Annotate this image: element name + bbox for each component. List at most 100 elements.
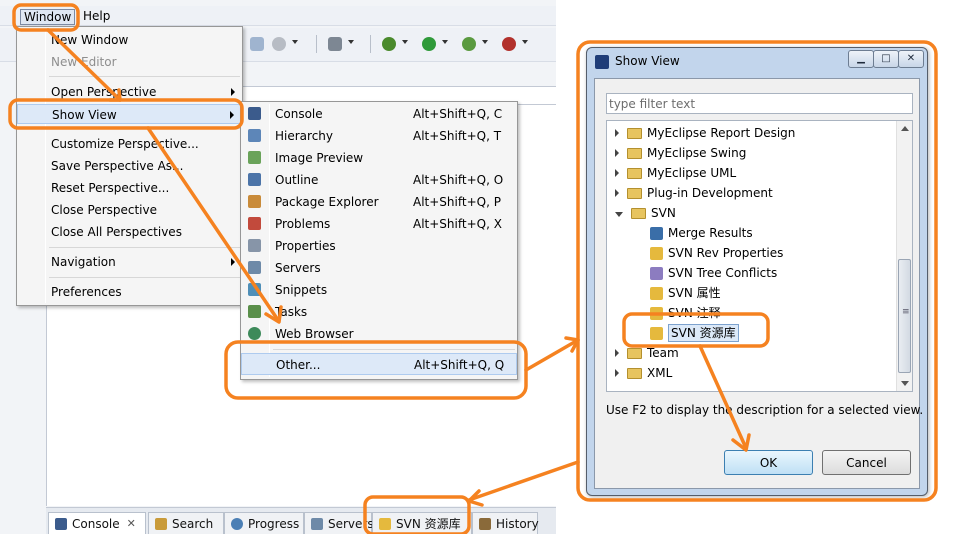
servers-icon bbox=[248, 261, 261, 274]
chevron-down-icon[interactable] bbox=[442, 40, 448, 44]
grip-icon: ≡ bbox=[902, 307, 910, 317]
run-icon[interactable] bbox=[422, 37, 436, 51]
menu-help[interactable]: Help bbox=[80, 9, 113, 25]
menu-item-snippets[interactable]: Snippets bbox=[241, 279, 517, 301]
menu-window[interactable]: Window bbox=[20, 9, 76, 25]
menu-item-other[interactable]: Other... Alt+Shift+Q, Q bbox=[241, 353, 517, 375]
properties-icon bbox=[248, 239, 261, 252]
tree-item-merge-results[interactable]: Merge Results bbox=[650, 223, 753, 243]
close-icon[interactable]: ✕ bbox=[127, 517, 136, 530]
tab-label: Search bbox=[172, 516, 214, 531]
tree-item-svn[interactable]: SVN bbox=[615, 203, 676, 223]
tab-label: Console bbox=[72, 516, 120, 531]
folder-icon bbox=[627, 187, 642, 199]
menu-item-label: Show View bbox=[52, 108, 117, 122]
tab-console[interactable]: Console ✕ bbox=[48, 512, 146, 534]
svn-properties-icon bbox=[650, 286, 663, 300]
menu-item-open-perspective[interactable]: Open Perspective bbox=[17, 82, 242, 102]
menu-item-properties[interactable]: Properties bbox=[241, 235, 517, 257]
tree-item-xml[interactable]: XML bbox=[615, 363, 672, 383]
menu-item-navigation[interactable]: Navigation bbox=[17, 252, 242, 272]
chevron-down-icon[interactable] bbox=[522, 40, 528, 44]
menu-item-customize-perspective[interactable]: Customize Perspective... bbox=[17, 134, 242, 154]
menu-item-hierarchy[interactable]: Hierarchy Alt+Shift+Q, T bbox=[241, 125, 517, 147]
chevron-down-icon[interactable] bbox=[348, 40, 354, 44]
tree-item-label: SVN 注释 bbox=[668, 306, 721, 320]
chevron-down-icon[interactable] bbox=[292, 40, 298, 44]
close-button[interactable]: ✕ bbox=[898, 50, 924, 68]
run-external-tool-icon[interactable] bbox=[462, 37, 476, 51]
ok-button[interactable]: OK bbox=[724, 450, 813, 475]
show-view-submenu: Console Alt+Shift+Q, C Hierarchy Alt+Shi… bbox=[240, 101, 518, 380]
folder-icon bbox=[627, 167, 642, 179]
menu-item-outline[interactable]: Outline Alt+Shift+Q, O bbox=[241, 169, 517, 191]
menu-item-save-perspective-as[interactable]: Save Perspective As... bbox=[17, 156, 242, 176]
menu-item-label: Image Preview bbox=[275, 151, 364, 165]
camera-icon[interactable] bbox=[328, 37, 342, 51]
folder-open-icon bbox=[631, 207, 646, 219]
dialog-titlebar[interactable]: Show View ▁ □ ✕ bbox=[587, 48, 927, 76]
scroll-down-icon[interactable] bbox=[901, 381, 909, 386]
tree-item-myeclipse-uml[interactable]: MyEclipse UML bbox=[615, 163, 736, 183]
menu-item-label: Tasks bbox=[275, 305, 308, 319]
tree-item-svn-tree-conflicts[interactable]: SVN Tree Conflicts bbox=[650, 263, 777, 283]
menu-item-servers[interactable]: Servers bbox=[241, 257, 517, 279]
expand-arrow-icon[interactable] bbox=[615, 149, 619, 157]
cancel-button[interactable]: Cancel bbox=[822, 450, 911, 475]
vertical-scrollbar[interactable]: ≡ bbox=[896, 121, 912, 391]
expand-arrow-icon[interactable] bbox=[615, 129, 619, 137]
tree-item-plug-in-development[interactable]: Plug-in Development bbox=[615, 183, 773, 203]
tree-item-label: MyEclipse Swing bbox=[647, 146, 747, 160]
menu-item-preferences[interactable]: Preferences bbox=[17, 282, 242, 302]
console-icon bbox=[248, 107, 261, 120]
expand-arrow-icon[interactable] bbox=[615, 349, 619, 357]
scroll-up-icon[interactable] bbox=[901, 126, 909, 131]
chevron-down-icon[interactable] bbox=[402, 40, 408, 44]
menu-item-problems[interactable]: Problems Alt+Shift+Q, X bbox=[241, 213, 517, 235]
minimize-button[interactable]: ▁ bbox=[848, 50, 874, 68]
menu-separator bbox=[49, 76, 240, 77]
filter-input[interactable] bbox=[606, 93, 913, 114]
tab-svn-repository[interactable]: SVN 资源库 bbox=[372, 512, 472, 534]
menu-item-label: Snippets bbox=[275, 283, 328, 297]
menu-item-web-browser[interactable]: Web Browser bbox=[241, 323, 517, 345]
menu-item-show-view[interactable]: Show View bbox=[17, 104, 242, 124]
menu-item-new-window[interactable]: New Window bbox=[17, 30, 242, 50]
show-view-dialog: Show View ▁ □ ✕ MyEclipse Report Design … bbox=[586, 47, 928, 496]
expand-arrow-icon[interactable] bbox=[615, 369, 619, 377]
chevron-down-icon[interactable] bbox=[482, 40, 488, 44]
menu-item-image-preview[interactable]: Image Preview bbox=[241, 147, 517, 169]
debug-icon[interactable] bbox=[382, 37, 396, 51]
maximize-button[interactable]: □ bbox=[873, 50, 899, 68]
globe-icon[interactable] bbox=[272, 37, 286, 51]
tree-item-label: MyEclipse Report Design bbox=[647, 126, 796, 140]
folder-icon bbox=[627, 347, 642, 359]
package-explorer-icon bbox=[248, 195, 261, 208]
collapse-arrow-icon[interactable] bbox=[615, 211, 623, 217]
scroll-thumb[interactable]: ≡ bbox=[898, 259, 911, 373]
tree-item-svn-repository[interactable]: SVN 资源库 bbox=[650, 323, 739, 343]
menu-item-reset-perspective[interactable]: Reset Perspective... bbox=[17, 178, 242, 198]
tree-item-team[interactable]: Team bbox=[615, 343, 679, 363]
tab-search[interactable]: Search bbox=[148, 512, 224, 534]
view-tree[interactable]: MyEclipse Report Design MyEclipse Swing … bbox=[606, 120, 913, 392]
image-preview-icon bbox=[248, 151, 261, 164]
tree-item-svn-rev-properties[interactable]: SVN Rev Properties bbox=[650, 243, 783, 263]
menu-item-shortcut: Alt+Shift+Q, T bbox=[413, 129, 502, 143]
stop-server-icon[interactable] bbox=[502, 37, 516, 51]
expand-arrow-icon[interactable] bbox=[615, 169, 619, 177]
expand-arrow-icon[interactable] bbox=[615, 189, 619, 197]
new-wizard-icon[interactable] bbox=[250, 37, 264, 51]
menu-item-tasks[interactable]: Tasks bbox=[241, 301, 517, 323]
menu-item-package-explorer[interactable]: Package Explorer Alt+Shift+Q, P bbox=[241, 191, 517, 213]
tree-item-svn-properties[interactable]: SVN 属性 bbox=[650, 283, 721, 303]
tab-progress[interactable]: Progress bbox=[224, 512, 304, 534]
menu-item-close-perspective[interactable]: Close Perspective bbox=[17, 200, 242, 220]
menu-item-console[interactable]: Console Alt+Shift+Q, C bbox=[241, 103, 517, 125]
tree-item-myeclipse-swing[interactable]: MyEclipse Swing bbox=[615, 143, 746, 163]
tree-item-myeclipse-report-design[interactable]: MyEclipse Report Design bbox=[615, 123, 795, 143]
tree-item-svn-annotate[interactable]: SVN 注释 bbox=[650, 303, 721, 323]
tab-history[interactable]: History bbox=[472, 512, 539, 534]
tab-servers[interactable]: Servers bbox=[304, 512, 374, 534]
menu-item-close-all-perspectives[interactable]: Close All Perspectives bbox=[17, 222, 242, 242]
